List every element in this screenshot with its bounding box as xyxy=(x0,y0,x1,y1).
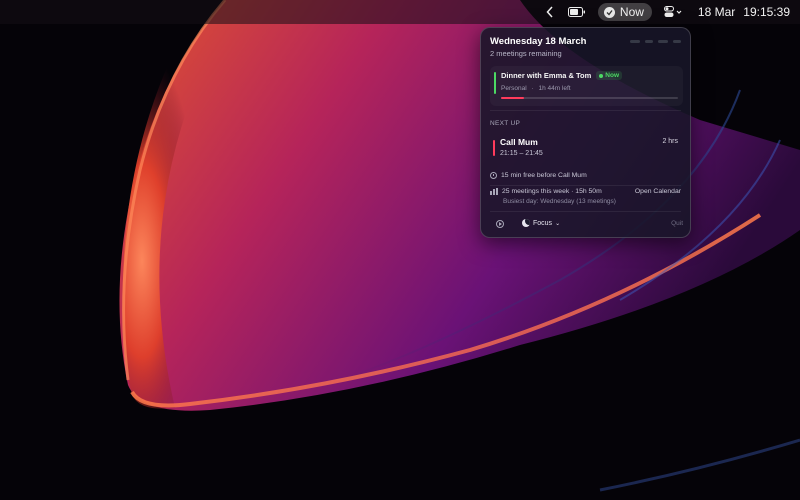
header-decoration xyxy=(630,40,681,43)
play-circle-icon[interactable] xyxy=(496,220,504,228)
current-event-title: Dinner with Emma & Tom xyxy=(501,71,592,80)
focus-menu-button[interactable]: Focus ⌄ xyxy=(522,219,560,227)
control-center-icon[interactable] xyxy=(663,6,684,18)
event-color-bar xyxy=(494,72,496,94)
open-calendar-link[interactable]: Open Calendar xyxy=(635,188,681,195)
now-label: Now xyxy=(619,5,644,19)
meta-separator: · xyxy=(531,85,534,92)
chevron-down-icon: ⌄ xyxy=(555,220,561,227)
meetings-remaining-text: 2 meetings remaining xyxy=(490,49,562,58)
calendar-name: Personal xyxy=(501,85,527,92)
divider xyxy=(490,211,681,212)
now-badge: Now xyxy=(596,71,623,80)
week-stats-text: 25 meetings this week · 15h 50m xyxy=(502,188,602,195)
time-left: 1h 44m left xyxy=(538,85,571,92)
quit-button[interactable]: Quit xyxy=(671,220,683,227)
next-event-countdown: 2 hrs xyxy=(662,138,678,145)
divider xyxy=(490,110,681,111)
divider xyxy=(490,185,681,186)
event-progress-fill xyxy=(501,97,524,99)
free-time-row: 15 min free before Call Mum xyxy=(490,172,587,179)
bar-chart-icon xyxy=(490,188,498,195)
next-up-label: NEXT UP xyxy=(490,120,521,127)
current-event-card[interactable]: Dinner with Emma & Tom Now Personal · 1h… xyxy=(490,66,683,106)
now-badge-label: Now xyxy=(605,72,620,79)
focus-label: Focus xyxy=(533,219,553,227)
live-dot-icon xyxy=(599,73,604,78)
event-progress-bar xyxy=(501,97,678,99)
clock-icon xyxy=(490,172,497,179)
next-event-color-bar xyxy=(493,140,495,156)
chevron-left-icon[interactable] xyxy=(546,6,554,18)
current-event-title-row: Dinner with Emma & Tom Now xyxy=(501,71,623,80)
busiest-day-text: Busiest day: Wednesday (13 meetings) xyxy=(503,198,616,205)
panel-header: Wednesday 18 March 2 meetings remaining xyxy=(490,36,681,58)
free-time-text: 15 min free before Call Mum xyxy=(501,172,587,179)
current-event-meta: Personal · 1h 44m left xyxy=(501,85,571,92)
menubar-date[interactable]: 18 Mar xyxy=(698,5,735,19)
now-menu-button[interactable]: Now xyxy=(597,3,652,21)
next-event-title[interactable]: Call Mum xyxy=(500,137,538,147)
now-popover-panel: Wednesday 18 March 2 meetings remaining … xyxy=(480,27,691,238)
battery-icon[interactable] xyxy=(567,7,586,17)
menu-bar: Now 18 Mar 19:15:39 xyxy=(0,0,800,24)
moon-icon xyxy=(522,219,530,227)
calendar-check-icon xyxy=(603,6,615,18)
next-event-time: 21:15 – 21:45 xyxy=(500,150,543,157)
menubar-clock[interactable]: 19:15:39 xyxy=(743,5,790,19)
week-stats-row: 25 meetings this week · 15h 50m xyxy=(490,188,602,195)
